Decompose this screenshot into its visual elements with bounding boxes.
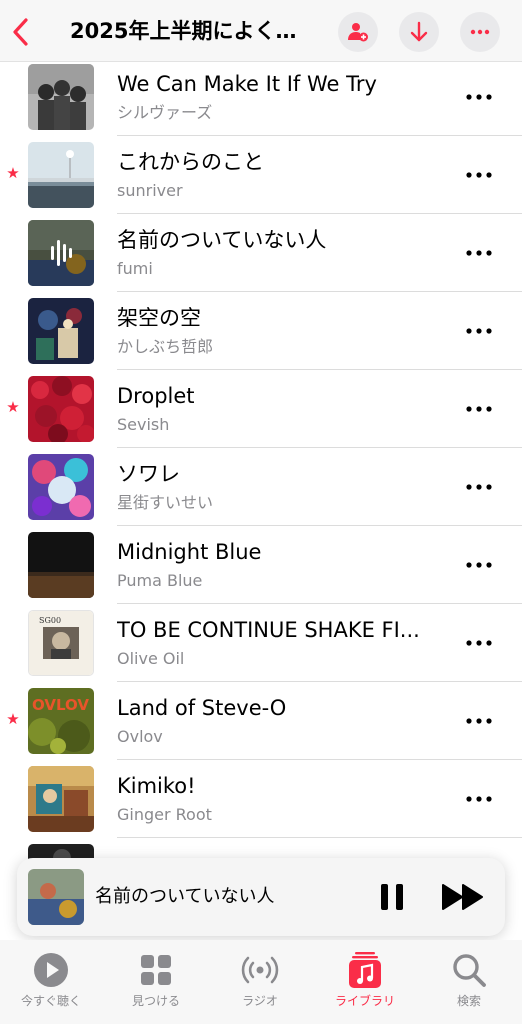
album-artwork (28, 532, 94, 598)
song-title: Land of Steve-O (117, 696, 287, 720)
ellipsis-icon[interactable] (466, 796, 492, 802)
album-artwork (28, 220, 94, 286)
song-row[interactable]: We Can Make It If We Try シルヴァーズ (0, 58, 522, 136)
ellipsis-icon[interactable] (466, 718, 492, 724)
song-row[interactable]: ★ これからのこと sunriver (0, 136, 522, 214)
tab-label: 今すぐ聴く (20, 994, 81, 1008)
tab-label: 検索 (456, 994, 481, 1008)
now-playing-artwork (28, 869, 84, 925)
album-artwork (28, 766, 94, 832)
pause-icon (381, 884, 403, 910)
song-row[interactable]: ★ OVLOV Land of Steve-O Ovlov (0, 682, 522, 760)
song-row[interactable]: 架空の空 かしぶち哲郎 (0, 292, 522, 370)
song-artist: Ginger Root (117, 805, 212, 824)
album-artwork (28, 376, 94, 442)
ellipsis-icon[interactable] (466, 562, 492, 568)
grid-icon (141, 955, 171, 985)
tab-search[interactable]: 検索 (424, 950, 514, 1020)
add-user-button[interactable] (338, 12, 378, 52)
song-title: Midnight Blue (117, 540, 262, 564)
song-artist: fumi (117, 259, 153, 278)
ellipsis-icon[interactable] (466, 172, 492, 178)
album-art-label: SG00 (39, 616, 61, 625)
song-title: ソワレ (117, 462, 180, 486)
fast-forward-button[interactable] (441, 882, 485, 912)
ellipsis-icon[interactable] (466, 328, 492, 334)
tab-radio[interactable]: ラジオ (215, 950, 305, 1020)
radio-icon (241, 956, 279, 984)
tab-library[interactable]: ライブラリ (320, 950, 410, 1020)
song-title: 名前のついていない人 (117, 228, 327, 252)
song-row[interactable]: Kimiko! Ginger Root (0, 760, 522, 838)
person-add-icon (348, 23, 368, 42)
song-artist: Sevish (117, 415, 170, 434)
tab-label: 見つける (131, 994, 180, 1008)
ellipsis-icon[interactable] (466, 406, 492, 412)
song-list: We Can Make It If We Try シルヴァーズ ★ これからのこ… (0, 58, 522, 868)
song-row[interactable]: Midnight Blue Puma Blue (0, 526, 522, 604)
song-title: We Can Make It If We Try (117, 72, 377, 96)
song-title: Droplet (117, 384, 195, 408)
pause-button[interactable] (377, 882, 407, 912)
album-artwork (28, 298, 94, 364)
song-row[interactable]: ★ Droplet Sevish (0, 370, 522, 448)
song-artist: 星街すいせい (117, 493, 214, 512)
ellipsis-icon[interactable] (466, 250, 492, 256)
song-row-now-playing[interactable]: 名前のついていない人 fumi (0, 214, 522, 292)
album-artwork (28, 142, 94, 208)
album-artwork (28, 454, 94, 520)
song-title: Kimiko! (117, 774, 196, 798)
tab-label: ライブラリ (334, 994, 395, 1008)
song-artist: Puma Blue (117, 571, 203, 590)
album-artwork: OVLOV (28, 688, 94, 754)
song-row[interactable]: SG00 TO BE CONTINUE SHAKE FI... Olive Oi… (0, 604, 522, 682)
song-artist: シルヴァーズ (117, 103, 213, 122)
song-artist: Ovlov (117, 727, 163, 746)
fast-forward-icon (442, 884, 483, 910)
search-icon (453, 954, 486, 987)
back-button[interactable] (6, 14, 38, 50)
song-artist: かしぶち哲郎 (117, 337, 214, 356)
arrow-down-icon (410, 21, 428, 42)
favorite-star-icon: ★ (6, 398, 20, 416)
song-artist: Olive Oil (117, 649, 185, 668)
album-artwork (28, 64, 94, 130)
favorite-star-icon: ★ (6, 164, 20, 182)
music-library-icon (349, 952, 381, 988)
album-artwork: SG00 (28, 610, 94, 676)
ellipsis-icon[interactable] (466, 640, 492, 646)
song-title: TO BE CONTINUE SHAKE FI... (117, 618, 420, 642)
ellipsis-icon[interactable] (466, 94, 492, 100)
more-options-button[interactable] (460, 12, 500, 52)
page-title: 2025年上半期によく… (70, 19, 297, 43)
chevron-left-icon (13, 18, 28, 46)
song-artist: sunriver (117, 181, 183, 200)
song-row[interactable]: ソワレ 星街すいせい (0, 448, 522, 526)
ellipsis-icon[interactable] (466, 484, 492, 490)
song-title: これからのこと (117, 150, 264, 174)
tab-listen-now[interactable]: 今すぐ聴く (6, 950, 96, 1020)
download-button[interactable] (399, 12, 439, 52)
play-circle-icon (34, 953, 68, 987)
tab-bar: 今すぐ聴く 見つける ラジオ ライブラリ 検索 (0, 940, 522, 1024)
album-art-label: OVLOV (32, 696, 89, 714)
song-title: 架空の空 (117, 306, 201, 330)
tab-browse[interactable]: 見つける (111, 950, 201, 1020)
now-playing-title: 名前のついていない人 (95, 886, 275, 907)
ellipsis-icon (470, 29, 490, 35)
favorite-star-icon: ★ (6, 710, 20, 728)
navigation-header: 2025年上半期によく… (0, 0, 522, 62)
tab-label: ラジオ (242, 994, 278, 1008)
mini-player[interactable]: 名前のついていない人 (17, 858, 505, 936)
